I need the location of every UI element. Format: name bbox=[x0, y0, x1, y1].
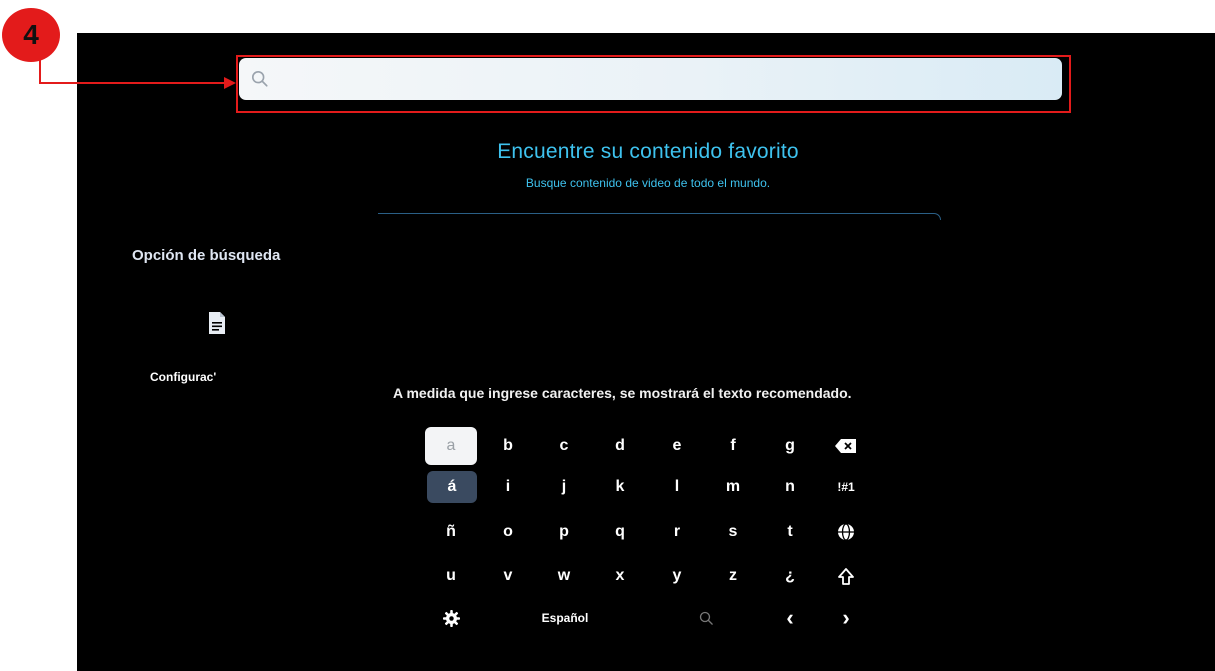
key-w[interactable]: w bbox=[538, 557, 590, 595]
globe-icon bbox=[838, 523, 854, 541]
key-p[interactable]: p bbox=[538, 513, 590, 551]
symbols-key[interactable]: !#1 bbox=[820, 468, 872, 506]
key-j[interactable]: j bbox=[538, 468, 590, 506]
annotation-arrow-head bbox=[224, 77, 236, 89]
key-enye[interactable]: ñ bbox=[425, 513, 477, 551]
shift-icon bbox=[838, 567, 854, 585]
key-k[interactable]: k bbox=[594, 468, 646, 506]
page-subtitle: Busque contenido de video de todo el mun… bbox=[525, 176, 771, 190]
backspace-icon bbox=[835, 439, 856, 453]
key-i[interactable]: i bbox=[482, 468, 534, 506]
key-a[interactable]: a bbox=[425, 427, 477, 465]
step-number-badge: 4 bbox=[2, 8, 60, 62]
tv-screen bbox=[77, 33, 1215, 671]
shift-key[interactable] bbox=[820, 557, 872, 595]
key-x[interactable]: x bbox=[594, 557, 646, 595]
key-v[interactable]: v bbox=[482, 557, 534, 595]
document-icon[interactable] bbox=[207, 311, 227, 335]
globe-key[interactable] bbox=[820, 513, 872, 551]
key-q[interactable]: q bbox=[594, 513, 646, 551]
search-icon bbox=[251, 70, 268, 87]
key-o[interactable]: o bbox=[482, 513, 534, 551]
key-y[interactable]: y bbox=[651, 557, 703, 595]
key-d[interactable]: d bbox=[594, 427, 646, 465]
key-n[interactable]: n bbox=[764, 468, 816, 506]
keyboard-settings-key[interactable] bbox=[425, 599, 477, 637]
annotation-arrow-line bbox=[39, 82, 225, 84]
search-input[interactable] bbox=[239, 58, 1062, 100]
key-r[interactable]: r bbox=[651, 513, 703, 551]
cursor-left-key[interactable]: ‹ bbox=[764, 599, 816, 637]
language-key[interactable]: Español bbox=[530, 599, 600, 637]
recommendation-hint: A medida que ingrese caracteres, se most… bbox=[393, 385, 852, 401]
key-u[interactable]: u bbox=[425, 557, 477, 595]
key-g[interactable]: g bbox=[764, 427, 816, 465]
key-e[interactable]: e bbox=[651, 427, 703, 465]
key-m[interactable]: m bbox=[707, 468, 759, 506]
key-z[interactable]: z bbox=[707, 557, 759, 595]
backspace-key[interactable] bbox=[820, 427, 872, 465]
settings-label[interactable]: Configurac' bbox=[150, 370, 216, 384]
key-f[interactable]: f bbox=[707, 427, 759, 465]
key-t[interactable]: t bbox=[764, 513, 816, 551]
key-l[interactable]: l bbox=[651, 468, 703, 506]
search-icon bbox=[699, 611, 713, 625]
gear-icon bbox=[442, 609, 460, 627]
keyboard-search-key[interactable] bbox=[680, 599, 732, 637]
page-title: Encuentre su contenido favorito bbox=[497, 140, 799, 163]
annotation-arrow-stem bbox=[39, 60, 41, 84]
section-divider bbox=[378, 213, 941, 220]
key-inverted-question[interactable]: ¿ bbox=[764, 557, 816, 595]
key-b[interactable]: b bbox=[482, 427, 534, 465]
key-c[interactable]: c bbox=[538, 427, 590, 465]
search-option-title: Opción de búsqueda bbox=[132, 247, 281, 264]
cursor-right-key[interactable]: › bbox=[820, 599, 872, 637]
key-a-accent[interactable]: á bbox=[427, 471, 477, 503]
key-s[interactable]: s bbox=[707, 513, 759, 551]
